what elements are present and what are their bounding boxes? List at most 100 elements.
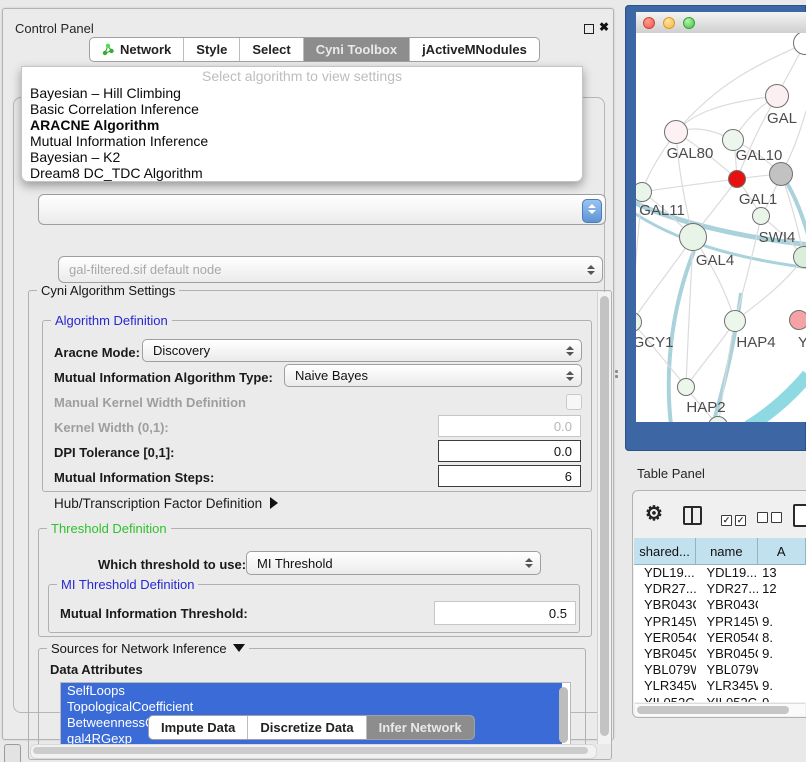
- kernel-width-label: Kernel Width (0,1):: [54, 420, 169, 435]
- table-row[interactable]: YLR345WYLR345W9.: [634, 678, 806, 694]
- network-node-gal4[interactable]: [679, 223, 707, 251]
- list-scrollbar-thumb[interactable]: [559, 687, 568, 743]
- manual-kernel-width-label: Manual Kernel Width Definition: [54, 395, 246, 410]
- gear-icon[interactable]: ⚙: [645, 501, 663, 526]
- node-table[interactable]: shared...nameA YDL19...YDL19...13YDR27..…: [634, 538, 806, 702]
- tab-label: Style: [196, 42, 227, 57]
- aracne-mode-combobox[interactable]: Discovery: [142, 339, 582, 362]
- kernel-width-field[interactable]: 0.0: [438, 415, 581, 437]
- document-icon[interactable]: [793, 504, 806, 527]
- table-data-combobox[interactable]: gal-filtered.sif default node: [58, 256, 603, 283]
- pane-splitter-handle[interactable]: [614, 368, 620, 380]
- checked-columns-icon[interactable]: ✓✓: [721, 510, 749, 528]
- table-row[interactable]: YDL19...YDL19...13: [634, 565, 806, 581]
- float-window-icon[interactable]: [584, 24, 594, 34]
- network-node[interactable]: [769, 162, 793, 186]
- mi-algorithm-type-combobox[interactable]: Naive Bayes: [284, 364, 582, 387]
- column-header-name[interactable]: name: [696, 538, 757, 565]
- minimized-panel-stub[interactable]: [4, 744, 21, 762]
- network-node-gal1[interactable]: [728, 170, 746, 188]
- dropdown-item-aracne-algorithm[interactable]: ARACNE Algorithm: [22, 117, 582, 133]
- node-label-gal11: GAL11: [639, 202, 685, 219]
- settings-horizontal-scrollbar[interactable]: [30, 744, 597, 759]
- table-cell: YBR043C: [634, 597, 696, 613]
- dpi-tolerance-field[interactable]: 0.0: [438, 440, 581, 462]
- table-cell: 12: [758, 581, 806, 597]
- algorithm-dropdown-popup: Select algorithm to view settings Bayesi…: [21, 66, 583, 182]
- which-threshold-value: MI Threshold: [257, 556, 333, 571]
- mi-steps-label: Mutual Information Steps:: [54, 470, 214, 485]
- sources-title[interactable]: Sources for Network Inference: [47, 641, 249, 656]
- table-cell: [758, 662, 806, 678]
- which-threshold-combobox[interactable]: MI Threshold: [246, 551, 541, 575]
- tab-style[interactable]: Style: [183, 38, 239, 61]
- network-node-hap2[interactable]: [677, 378, 695, 396]
- network-node-hap4[interactable]: [724, 310, 746, 332]
- network-window-titlebar[interactable]: [636, 12, 806, 34]
- tab-label: jActiveMNodules: [422, 42, 527, 57]
- network-node-swi4[interactable]: [752, 207, 770, 225]
- table-row[interactable]: YER054CYER054C8.: [634, 630, 806, 646]
- tab-select[interactable]: Select: [239, 38, 302, 61]
- algorithm-select-combobox[interactable]: [38, 194, 606, 225]
- table-cell: YLR345W: [634, 678, 696, 694]
- table-body: YDL19...YDL19...13YDR27...YDR27...12YBR0…: [634, 565, 806, 702]
- hub-tf-definition-toggle[interactable]: Hub/Transcription Factor Definition: [54, 496, 278, 511]
- table-row[interactable]: YBR043CYBR043C: [634, 597, 806, 613]
- tab-impute-data[interactable]: Impute Data: [149, 716, 247, 739]
- table-horizontal-scrollbar[interactable]: [635, 703, 805, 716]
- dropdown-item-bayesian-k2[interactable]: Bayesian – K2: [22, 149, 582, 165]
- table-cell: YBR045C: [696, 646, 758, 662]
- tab-discretize-data[interactable]: Discretize Data: [247, 716, 365, 739]
- table-cell: YBL079W: [634, 662, 696, 678]
- mi-steps-field[interactable]: 6: [438, 465, 581, 487]
- dropdown-item-bayesian-hill-climbing[interactable]: Bayesian – Hill Climbing: [22, 85, 582, 101]
- table-data-combobox-value: gal-filtered.sif default node: [69, 262, 221, 277]
- mi-threshold-label: Mutual Information Threshold:: [60, 606, 248, 621]
- tab-network[interactable]: Network: [90, 38, 183, 61]
- dropdown-item-dream8-dc-tdc-algorithm[interactable]: Dream8 DC_TDC Algorithm: [22, 165, 582, 181]
- table-row[interactable]: YIL052CYIL052C9: [634, 695, 806, 703]
- top-tab-bar: Network Style Select Cyni Toolbox jActiveMNo…: [89, 37, 540, 62]
- tab-infer-network[interactable]: Infer Network: [366, 716, 474, 739]
- table-cell: YBL079W: [696, 662, 758, 678]
- mi-threshold-definition-title: MI Threshold Definition: [57, 577, 198, 592]
- combo-stepper-icon: [587, 265, 595, 275]
- dropdown-item-basic-correlation-inference[interactable]: Basic Correlation Inference: [22, 101, 582, 117]
- network-canvas[interactable]: GALGAL80GAL10GAL1GAL11SWI4GAL4GCY1HAP4YH…: [636, 33, 806, 422]
- close-panel-icon[interactable]: ✖: [599, 20, 609, 34]
- bottom-tab-bar: Impute DataDiscretize DataInfer Network: [148, 715, 475, 740]
- close-light[interactable]: [643, 17, 655, 29]
- unchecked-columns-icon[interactable]: [757, 510, 785, 528]
- table-row[interactable]: YPR145WYPR145W9.: [634, 614, 806, 630]
- attribute-item-topologicalcoefficient[interactable]: TopologicalCoefficient: [61, 699, 562, 715]
- attribute-item-selfloops[interactable]: SelfLoops: [61, 683, 562, 699]
- columns-icon[interactable]: [683, 506, 702, 525]
- network-node-gal80[interactable]: [664, 120, 688, 144]
- table-row[interactable]: YDR27...YDR27...12: [634, 581, 806, 597]
- table-cell: YDR27...: [696, 581, 758, 597]
- tab-label: Cyni Toolbox: [316, 42, 397, 57]
- network-node-y[interactable]: [789, 310, 806, 330]
- column-header-shared[interactable]: shared...: [634, 538, 696, 565]
- table-row[interactable]: YBR045CYBR045C9.: [634, 646, 806, 662]
- network-window-frame[interactable]: GALGAL80GAL10GAL1GAL11SWI4GAL4GCY1HAP4YH…: [625, 5, 806, 451]
- table-cell: YDL19...: [696, 565, 758, 581]
- mi-threshold-field[interactable]: 0.5: [434, 601, 576, 625]
- zoom-light[interactable]: [683, 17, 695, 29]
- tab-cyni-toolbox[interactable]: Cyni Toolbox: [303, 38, 409, 61]
- node-label-gal: GAL: [767, 110, 797, 127]
- minimize-light[interactable]: [663, 17, 675, 29]
- table-panel-window: ⚙ ✓✓ shared...nameA YDL19...YDL19...13YD…: [632, 490, 806, 718]
- network-node-gal[interactable]: [765, 84, 789, 108]
- node-label-gal4: GAL4: [696, 252, 734, 269]
- tab-jactivemnodules[interactable]: jActiveMNodules: [409, 38, 539, 61]
- node-label-y: Y: [798, 334, 806, 351]
- dropdown-item-mutual-information-inference[interactable]: Mutual Information Inference: [22, 133, 582, 149]
- manual-kernel-width-checkbox[interactable]: [566, 394, 582, 410]
- table-cell: YDL19...: [634, 565, 696, 581]
- table-cell: [758, 597, 806, 613]
- column-header-a[interactable]: A: [758, 538, 806, 565]
- table-row[interactable]: YBL079WYBL079W: [634, 662, 806, 678]
- settings-vertical-scrollbar[interactable]: [597, 292, 611, 744]
